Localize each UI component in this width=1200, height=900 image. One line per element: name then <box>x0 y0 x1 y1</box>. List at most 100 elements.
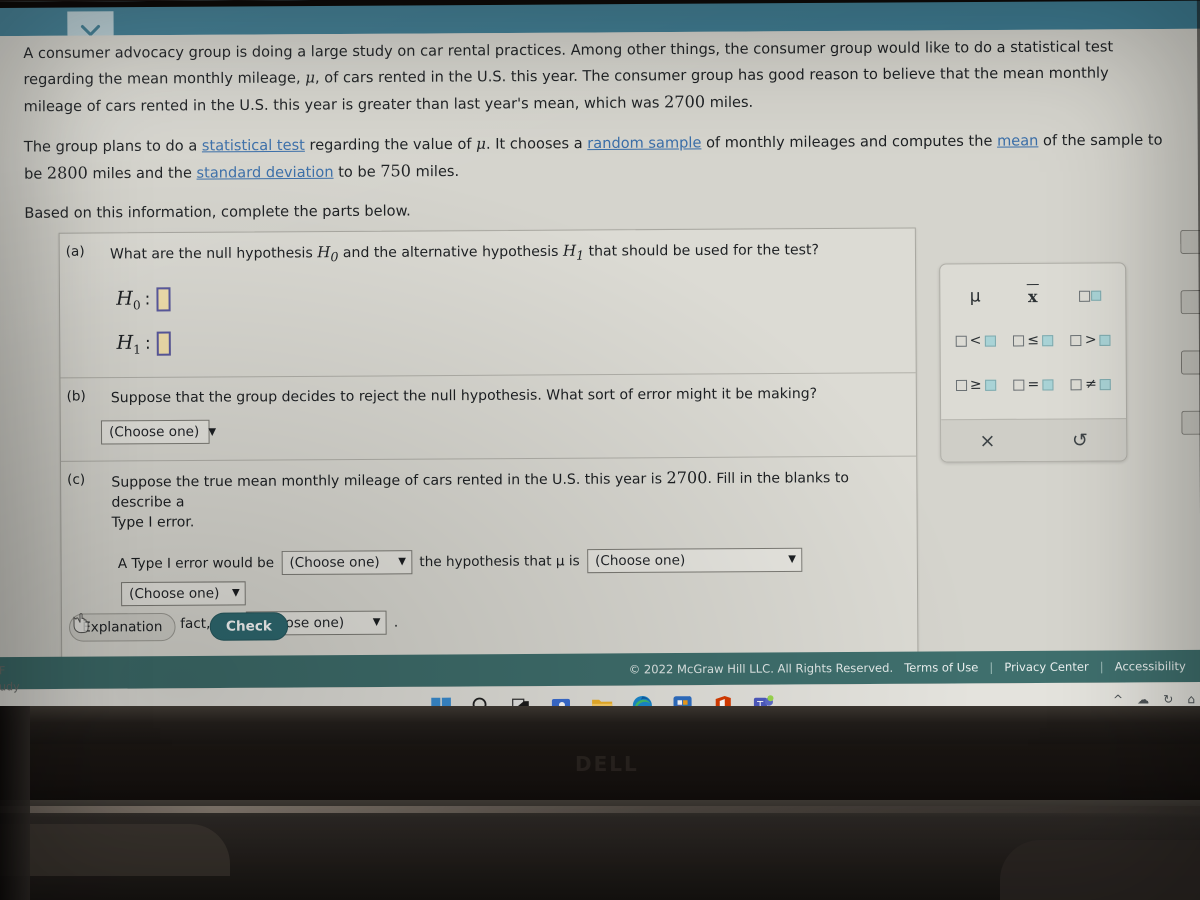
part-a-h1-inline: H1 <box>562 241 585 263</box>
p2-text-d: of monthly mileages and computes the <box>701 133 998 152</box>
keypad-clear-button[interactable]: × <box>941 420 1034 462</box>
check-button[interactable]: Check <box>209 612 289 641</box>
h1-colon: : <box>144 333 151 354</box>
p2-text-f: miles and the <box>87 165 197 183</box>
desktop-label-1: F <box>0 664 6 678</box>
x-bar-key[interactable]: x <box>1009 280 1057 312</box>
right-edge-toolbar <box>1180 229 1200 471</box>
part-b-error-type-select[interactable]: (Choose one) ▼ <box>100 419 216 445</box>
part-c-question: Suppose the true mean monthly mileage of… <box>111 467 902 533</box>
p1-prior-mean-value: 2700 <box>664 92 706 112</box>
copyright-text: © 2022 McGraw Hill LLC. All Rights Reser… <box>628 660 894 677</box>
glossary-link-statistical-test[interactable]: statistical test <box>202 138 305 155</box>
keypad-undo-button[interactable]: ↺ <box>1034 419 1127 461</box>
chevron-down-icon: ▼ <box>208 426 217 438</box>
part-a-h0-inline: H0 <box>317 243 339 265</box>
part-b-question: Suppose that the group decides to reject… <box>110 385 818 407</box>
less-equal-key[interactable]: ≤ <box>1009 324 1057 356</box>
part-b-select-value: (Choose one) <box>109 423 200 441</box>
keypad-row-3: ≥ = ≠ <box>947 362 1120 407</box>
part-c-select-2[interactable]: (Choose one) ▼ <box>586 547 803 574</box>
part-c-fill-b: the hypothesis that μ is <box>419 553 580 571</box>
laptop-screen: A consumer advocacy group is doing a lar… <box>0 0 1200 718</box>
problem-paragraph-1: A consumer advocacy group is doing a lar… <box>23 35 1169 120</box>
explanation-button[interactable]: Explanation <box>68 612 176 642</box>
sync-icon[interactable]: ↻ <box>1163 692 1173 706</box>
part-a-label: (a) <box>65 243 85 260</box>
laptop-brand-logo: DELL <box>575 752 639 776</box>
privacy-center-link[interactable]: Privacy Center <box>993 660 1100 675</box>
browser-page: A consumer advocacy group is doing a lar… <box>0 0 1200 718</box>
p1-mu-symbol: μ <box>305 68 316 87</box>
accessibility-link[interactable]: Accessibility <box>1104 659 1197 674</box>
part-c-text-a: Suppose the true mean monthly mileage of… <box>111 471 667 491</box>
keypad-row-2: < ≤ > <box>947 318 1120 363</box>
keypad-row-1: μ x <box>946 273 1119 318</box>
reference-tool-icon[interactable] <box>1180 350 1200 375</box>
alt-hypothesis-row: H1 : <box>116 324 901 359</box>
cloud-icon[interactable]: ☁ <box>1137 692 1149 706</box>
glossary-link-random-sample[interactable]: random sample <box>587 135 701 152</box>
part-c-text-c: Type I error. <box>111 514 195 531</box>
part-c-label: (c) <box>67 471 86 488</box>
terms-of-use-link[interactable]: Terms of Use <box>893 660 989 675</box>
not-equal-key[interactable]: ≠ <box>1067 368 1115 400</box>
system-tray: ^ ☁ ↻ ⌂ <box>1113 692 1195 707</box>
math-symbol-keypad: μ x < ≤ > ≥ = ≠ × ↺ <box>939 262 1128 463</box>
chevron-down-icon: ▼ <box>398 556 407 568</box>
part-c-select-2-value: (Choose one) <box>594 552 686 570</box>
part-b: (b) Suppose that the group decides to re… <box>60 373 917 462</box>
wifi-icon[interactable]: ⌂ <box>1187 692 1195 706</box>
part-a-question: What are the null hypothesis H0 and the … <box>110 239 901 269</box>
p2-sample-mean-value: 2800 <box>46 163 88 183</box>
h0-colon: : <box>144 289 151 310</box>
greater-than-key[interactable]: > <box>1066 324 1114 356</box>
p2-text-h: miles. <box>410 163 460 181</box>
power-key[interactable] <box>1066 280 1114 312</box>
glossary-link-standard-deviation[interactable]: standard deviation <box>196 165 333 182</box>
placeholder-square-exponent <box>1091 290 1102 301</box>
glossary-link-mean[interactable]: mean <box>997 133 1038 149</box>
equals-key[interactable]: = <box>1009 368 1057 400</box>
desktop-label-2: udy <box>0 680 20 694</box>
part-b-label: (b) <box>66 388 86 405</box>
message-tool-icon[interactable] <box>1181 410 1200 435</box>
part-a-text-b: and the alternative hypothesis <box>338 243 564 262</box>
part-c-select-1-value: (Choose one) <box>289 554 380 571</box>
p2-text-b: regarding the value of <box>304 136 477 154</box>
notebook-tool-icon[interactable] <box>1180 290 1200 315</box>
laptop-deck-highlight <box>0 806 1200 813</box>
desktop-leftover-labels: F udy <box>0 663 20 695</box>
p2-text-g: to be <box>333 164 381 181</box>
laptop-palmrest-right <box>1000 840 1200 900</box>
h1-label: H1 <box>116 331 141 357</box>
part-c-select-1[interactable]: (Choose one) ▼ <box>281 550 413 576</box>
calculator-tool-icon[interactable] <box>1180 229 1200 254</box>
greater-equal-key[interactable]: ≥ <box>952 369 1000 401</box>
action-buttons: Explanation Check <box>68 612 289 642</box>
part-c-true-mean-value: 2700 <box>666 467 708 488</box>
content-sheet: A consumer advocacy group is doing a lar… <box>0 28 1200 659</box>
part-c-select-3[interactable]: (Choose one) ▼ <box>121 581 246 607</box>
chevron-down-icon: ▼ <box>372 616 381 628</box>
mu-key[interactable]: μ <box>951 280 999 312</box>
h1-math-input[interactable] <box>156 331 171 356</box>
chevron-down-icon: ▼ <box>231 587 240 599</box>
less-than-key[interactable]: < <box>951 324 999 356</box>
laptop-bezel-bottom <box>0 706 1200 748</box>
problem-paragraph-3: Based on this information, complete the … <box>24 203 411 222</box>
part-a-text-a: What are the null hypothesis <box>109 245 318 263</box>
h0-label: H0 <box>116 287 141 313</box>
h0-math-input[interactable] <box>156 287 171 312</box>
keypad-footer: × ↺ <box>941 418 1127 462</box>
chevron-up-icon[interactable]: ^ <box>1113 693 1123 707</box>
laptop-palmrest-left <box>0 824 230 876</box>
problem-paragraph-2: The group plans to do a statistical test… <box>24 127 1170 187</box>
part-a: (a) What are the null hypothesis H0 and … <box>59 228 916 379</box>
laptop-photo: A consumer advocacy group is doing a lar… <box>0 0 1200 900</box>
part-a-text-c: that should be used for the test? <box>584 242 820 260</box>
null-hypothesis-row: H0 : <box>116 280 901 315</box>
placeholder-square <box>1079 290 1091 302</box>
parts-panel: (a) What are the null hypothesis H0 and … <box>58 227 919 659</box>
part-c-fill-a: A Type I error would be <box>117 555 275 573</box>
